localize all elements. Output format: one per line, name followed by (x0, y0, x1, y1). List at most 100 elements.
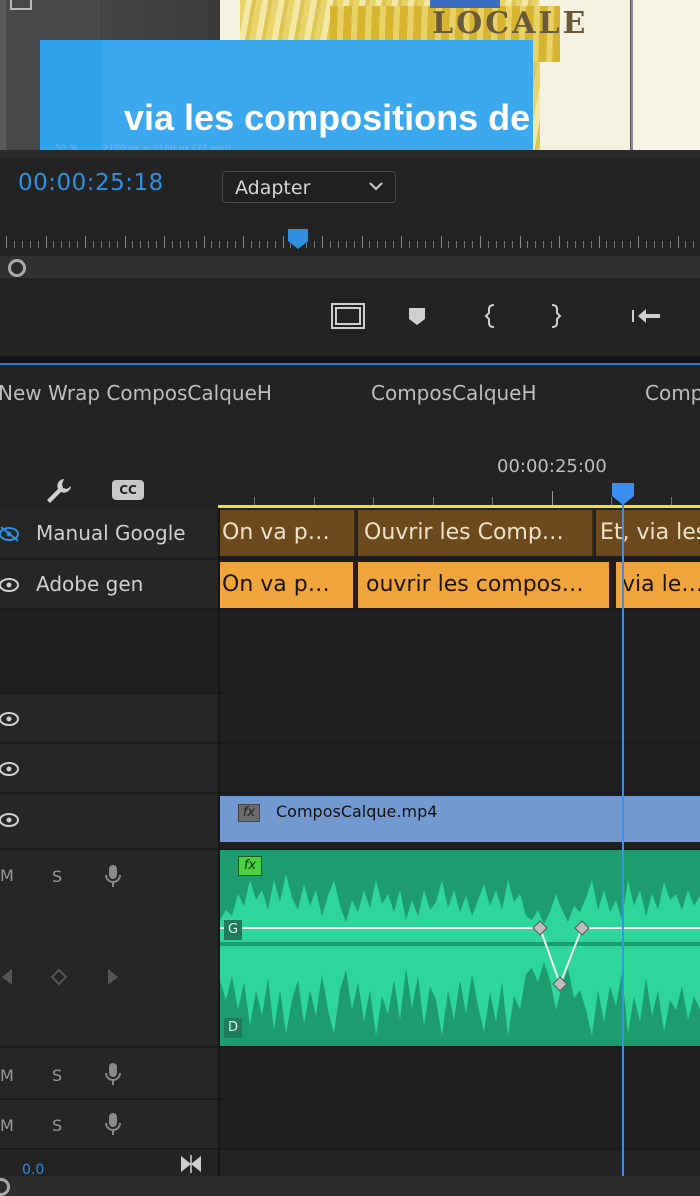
captions-button[interactable]: CC (112, 480, 144, 500)
caption-track-2: On va p… ouvrir les compos… via le… (220, 560, 700, 610)
fit-dropdown[interactable]: Adapter (222, 171, 396, 203)
track-header-separator[interactable] (218, 508, 220, 1176)
solo-button[interactable]: S (52, 1116, 62, 1135)
caption-clip[interactable]: Et, via les (596, 510, 700, 556)
caption-clip[interactable]: On va p… (220, 562, 356, 608)
ruler-tick (148, 241, 150, 248)
ruler-tick (329, 241, 331, 248)
ruler-tick (693, 241, 695, 248)
audio-track-header[interactable]: M S (0, 1100, 218, 1150)
audio-track-header[interactable]: M S (0, 850, 218, 1048)
audio-clip[interactable]: fx G D (220, 850, 700, 1046)
next-keyframe-icon[interactable] (106, 967, 120, 987)
ruler-tick (108, 241, 110, 248)
ruler-tick (37, 241, 39, 248)
ruler-tick (132, 241, 134, 248)
playhead-timecode[interactable]: 00:00:25:18 (18, 170, 164, 196)
ruler-tick (361, 236, 363, 248)
caption-track-header[interactable]: Manual Google (0, 508, 218, 560)
ruler-tick (464, 241, 466, 248)
ruler-tick (416, 241, 418, 248)
eye-icon[interactable] (0, 577, 22, 593)
fx-badge[interactable]: fx (238, 804, 260, 822)
ruler-tick (282, 236, 284, 248)
monitor-zoom-scrollbar[interactable] (0, 256, 700, 278)
mark-out-button[interactable] (535, 296, 575, 336)
mute-button[interactable]: M (0, 1116, 14, 1135)
ruler-tick (440, 236, 442, 248)
video-clip[interactable]: fx ComposCalque.mp4 (220, 796, 700, 842)
eye-slash-icon[interactable] (0, 526, 22, 542)
caption-clip[interactable]: via le… (616, 562, 700, 608)
eye-icon[interactable] (0, 812, 22, 828)
monitor-playhead[interactable] (287, 228, 309, 250)
sequence-tab[interactable]: New Wrap ComposCalqueH (0, 381, 272, 405)
prev-keyframe-icon[interactable] (0, 967, 14, 987)
go-to-in-button[interactable] (626, 296, 666, 336)
track-name: Adobe gen (36, 572, 144, 596)
ruler-tick (685, 241, 687, 248)
ruler-tick (669, 241, 671, 248)
mark-in-button[interactable] (471, 296, 511, 336)
caption-clip[interactable]: Ouvrir les Comp… (358, 510, 594, 556)
ruler-tick (574, 241, 576, 248)
solo-button[interactable]: S (52, 867, 62, 886)
ruler-tick (274, 241, 276, 248)
track-spacer-area (220, 610, 700, 694)
ruler-timecode-label: 00:00:25:00 (497, 456, 607, 477)
ruler-tick (314, 241, 316, 248)
clip-name: ComposCalque.mp4 (276, 802, 438, 821)
add-marker-button[interactable] (397, 296, 437, 336)
ruler-tick (353, 241, 355, 248)
ruler-tick (408, 241, 410, 248)
ruler-tick (448, 241, 450, 248)
caption-clip[interactable]: On va p… (220, 510, 356, 556)
marker-icon (409, 308, 425, 325)
ruler-tick (266, 241, 268, 248)
caption-preview-text: via les compositions de (124, 97, 531, 138)
ruler-tick (156, 241, 158, 248)
microphone-icon[interactable] (104, 864, 122, 888)
ruler-tick (373, 497, 374, 505)
microphone-icon[interactable] (104, 1112, 122, 1136)
caption-track-header[interactable]: Adobe gen (0, 560, 218, 610)
eye-icon[interactable] (0, 711, 22, 727)
monitor-time-ruler[interactable] (0, 225, 700, 255)
frame-title-text: LOCALE (432, 6, 589, 41)
audio-track-header[interactable]: M S (0, 1048, 218, 1100)
ruler-tick (551, 241, 553, 248)
wrench-icon[interactable] (44, 476, 74, 506)
caption-clip[interactable]: ouvrir les compos… (358, 562, 612, 608)
ruler-tick (519, 236, 521, 248)
safe-margins-button[interactable] (328, 296, 368, 336)
ruler-tick (195, 241, 197, 248)
ruler-tick (487, 241, 489, 248)
video-track-header[interactable] (0, 694, 218, 744)
playhead-line (622, 500, 624, 1176)
add-keyframe-icon[interactable] (50, 968, 68, 986)
bowtie-icon[interactable] (180, 1154, 202, 1174)
ruler-tick (6, 236, 7, 248)
caption-preview-box[interactable]: via les compositions de (40, 40, 533, 157)
export-frame-icon[interactable] (10, 0, 32, 10)
sequence-tab[interactable]: ComposCalqueH (371, 381, 537, 405)
ruler-tick (203, 236, 205, 248)
ruler-tick (377, 241, 379, 248)
ruler-tick (638, 236, 639, 248)
mark-in-icon (484, 304, 495, 328)
ruler-tick (551, 491, 553, 505)
mute-button[interactable]: M (0, 1066, 14, 1085)
timeline-zoom-scrollbar[interactable] (0, 1176, 700, 1196)
fx-badge[interactable]: fx (238, 856, 262, 876)
solo-button[interactable]: S (52, 1066, 62, 1085)
zoom-handle[interactable] (8, 259, 26, 277)
ruler-tick (219, 241, 221, 248)
sequence-tab[interactable]: Compo (645, 381, 700, 405)
eye-icon[interactable] (0, 761, 22, 777)
ruler-tick (456, 241, 458, 248)
video-track-header[interactable] (0, 794, 218, 850)
microphone-icon[interactable] (104, 1062, 122, 1086)
mute-button[interactable]: M (0, 866, 14, 885)
ruler-tick (92, 241, 94, 248)
video-track-header[interactable] (0, 744, 218, 794)
